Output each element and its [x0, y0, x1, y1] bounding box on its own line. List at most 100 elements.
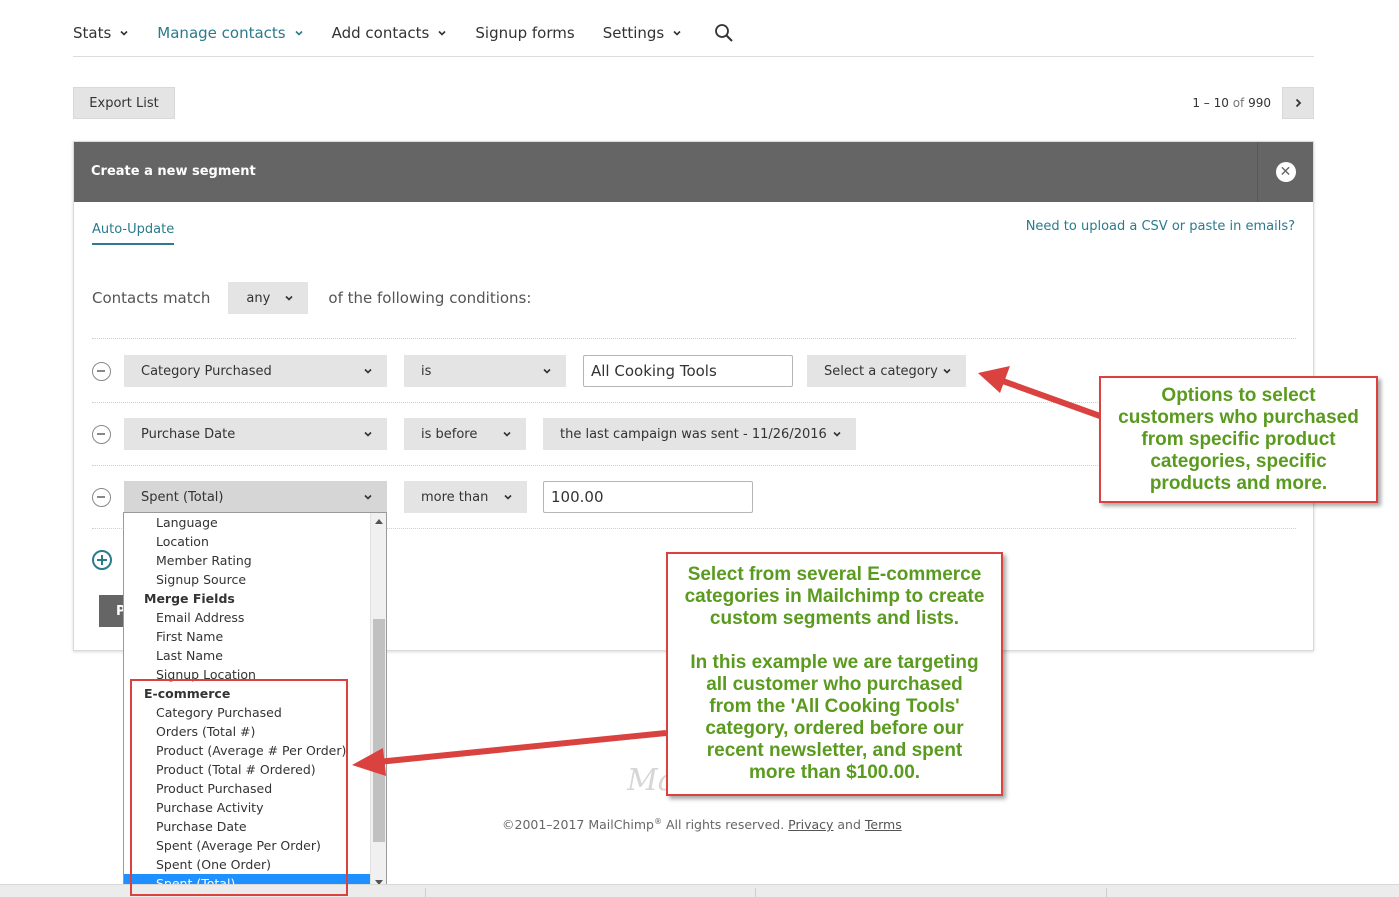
- search-icon[interactable]: [714, 23, 734, 43]
- conditions-suffix: of the following conditions:: [328, 289, 532, 307]
- dropdown-option[interactable]: Email Address: [124, 608, 371, 627]
- condition-operator-value: more than: [421, 489, 489, 505]
- nav-add-contacts-label: Add contacts: [331, 24, 430, 42]
- copyright-text: ©2001–2017 MailChimp: [502, 817, 654, 833]
- condition-field-select[interactable]: Purchase Date: [124, 418, 387, 450]
- nav-settings-label: Settings: [602, 24, 665, 42]
- close-icon[interactable]: ✕: [1275, 162, 1296, 182]
- divider: [92, 338, 1296, 339]
- chevron-down-icon: [364, 494, 372, 500]
- condition-field-select[interactable]: Spent (Total): [124, 481, 387, 513]
- nav-signup-forms[interactable]: Signup forms: [475, 24, 574, 42]
- remove-condition-icon[interactable]: [92, 361, 111, 381]
- match-select[interactable]: any: [228, 282, 309, 314]
- chevron-right-icon: [1295, 98, 1302, 108]
- condition-operator-value: is before: [421, 426, 478, 442]
- strip-tick: [425, 888, 426, 897]
- contacts-match-label: Contacts match: [92, 289, 211, 307]
- callout-line: from specific product: [1141, 428, 1336, 450]
- top-nav: Stats Manage contacts Add contacts Signu…: [73, 18, 734, 48]
- condition-value-input[interactable]: 100.00: [543, 481, 753, 513]
- scrollbar-thumb[interactable]: [373, 619, 385, 842]
- registered-mark: ®: [653, 817, 662, 826]
- export-list-button[interactable]: Export List: [73, 87, 175, 119]
- nav-divider: [73, 56, 1314, 57]
- nav-signup-forms-label: Signup forms: [475, 24, 575, 42]
- scroll-up-icon[interactable]: [375, 519, 383, 524]
- ecommerce-highlight-box: [130, 679, 348, 896]
- pager-of: of: [1232, 96, 1245, 110]
- dropdown-option[interactable]: First Name: [124, 627, 371, 646]
- condition-operator-select[interactable]: more than: [404, 481, 527, 513]
- condition-row: Category Purchased is All Cooking Tools …: [92, 355, 966, 387]
- dropdown-scrollbar[interactable]: [370, 513, 386, 891]
- condition-row: Spent (Total) more than 100.00: [92, 481, 767, 513]
- callout-line: In this example we are targeting: [690, 652, 979, 673]
- dropdown-option[interactable]: Member Rating: [124, 551, 371, 570]
- dropdown-option[interactable]: Last Name: [124, 646, 371, 665]
- chevron-down-icon: [364, 431, 372, 437]
- nav-stats[interactable]: Stats: [73, 24, 129, 42]
- segment-panel-header: Create a new segment ✕: [74, 142, 1313, 202]
- chevron-down-icon: [833, 431, 841, 437]
- chevron-down-icon: [285, 295, 293, 301]
- pager-total: 990: [1248, 96, 1271, 110]
- condition-value-input[interactable]: All Cooking Tools: [583, 355, 793, 387]
- chevron-down-icon: [438, 30, 446, 36]
- callout-line: products and more.: [1149, 472, 1328, 494]
- annotation-callout-example: Select from several E-commerce categorie…: [666, 552, 1003, 796]
- nav-settings[interactable]: Settings: [603, 24, 683, 42]
- callout-line: category, ordered before our: [705, 718, 964, 739]
- and-text: and: [833, 817, 865, 833]
- tab-auto-update[interactable]: Auto-Update: [92, 222, 175, 245]
- condition-row: Purchase Date is before the last campaig…: [92, 418, 856, 450]
- condition-field-value: Spent (Total): [141, 489, 224, 505]
- condition-field-select[interactable]: Category Purchased: [124, 355, 387, 387]
- condition-operator-select[interactable]: is before: [404, 418, 526, 450]
- add-condition-icon[interactable]: [92, 550, 112, 570]
- condition-field-value: Category Purchased: [141, 363, 272, 379]
- select-category-button[interactable]: Select a category: [807, 355, 966, 387]
- dropdown-option[interactable]: Signup Source: [124, 570, 371, 589]
- strip-tick: [1106, 888, 1107, 897]
- upload-csv-link[interactable]: Need to upload a CSV or paste in emails?: [1026, 219, 1295, 234]
- strip-tick: [755, 888, 756, 897]
- condition-date-value: the last campaign was sent - 11/26/2016: [560, 426, 827, 442]
- condition-operator-value: is: [421, 363, 432, 379]
- callout-line: all customer who purchased: [706, 674, 963, 695]
- callout-line: from the 'All Cooking Tools': [709, 696, 960, 717]
- chevron-down-icon: [543, 368, 551, 374]
- arrow-to-ecommerce-list: [352, 730, 667, 776]
- dropdown-option[interactable]: Language: [124, 513, 371, 532]
- callout-line: Options to select: [1161, 384, 1316, 406]
- nav-add-contacts[interactable]: Add contacts: [332, 24, 448, 42]
- condition-date-select[interactable]: the last campaign was sent - 11/26/2016: [543, 418, 856, 450]
- callout-line: custom segments and lists.: [709, 608, 960, 629]
- remove-condition-icon[interactable]: [92, 487, 111, 507]
- nav-manage-contacts-label: Manage contacts: [157, 24, 286, 42]
- segment-panel-title: Create a new segment: [91, 164, 256, 179]
- callout-line: Select from several E-commerce: [687, 564, 982, 585]
- chevron-down-icon: [120, 30, 128, 36]
- nav-manage-contacts[interactable]: Manage contacts: [157, 24, 303, 42]
- rights-text: All rights reserved.: [661, 817, 789, 833]
- pager-text: 1 – 10 of 990: [1192, 96, 1271, 110]
- dropdown-option[interactable]: Location: [124, 532, 371, 551]
- callout-line: more than $100.00.: [748, 762, 921, 783]
- nav-stats-label: Stats: [73, 24, 112, 42]
- footer-copyright: ©2001–2017 MailChimp® All rights reserve…: [502, 817, 902, 832]
- pager-next-button[interactable]: [1282, 87, 1314, 119]
- chevron-down-icon: [503, 431, 511, 437]
- terms-link[interactable]: Terms: [865, 817, 902, 832]
- chevron-down-icon: [943, 368, 951, 374]
- callout-line: customers who purchased: [1118, 406, 1359, 428]
- condition-operator-select[interactable]: is: [404, 355, 566, 387]
- chevron-down-icon: [504, 494, 512, 500]
- callout-line: recent newsletter, and spent: [706, 740, 963, 761]
- privacy-link[interactable]: Privacy: [788, 817, 833, 832]
- panel-close-area: ✕: [1257, 142, 1313, 202]
- remove-condition-icon[interactable]: [92, 424, 111, 444]
- condition-field-value: Purchase Date: [141, 426, 236, 442]
- contacts-match-row: Contacts match any of the following cond…: [92, 282, 531, 314]
- callout-line: categories, specific: [1150, 450, 1327, 472]
